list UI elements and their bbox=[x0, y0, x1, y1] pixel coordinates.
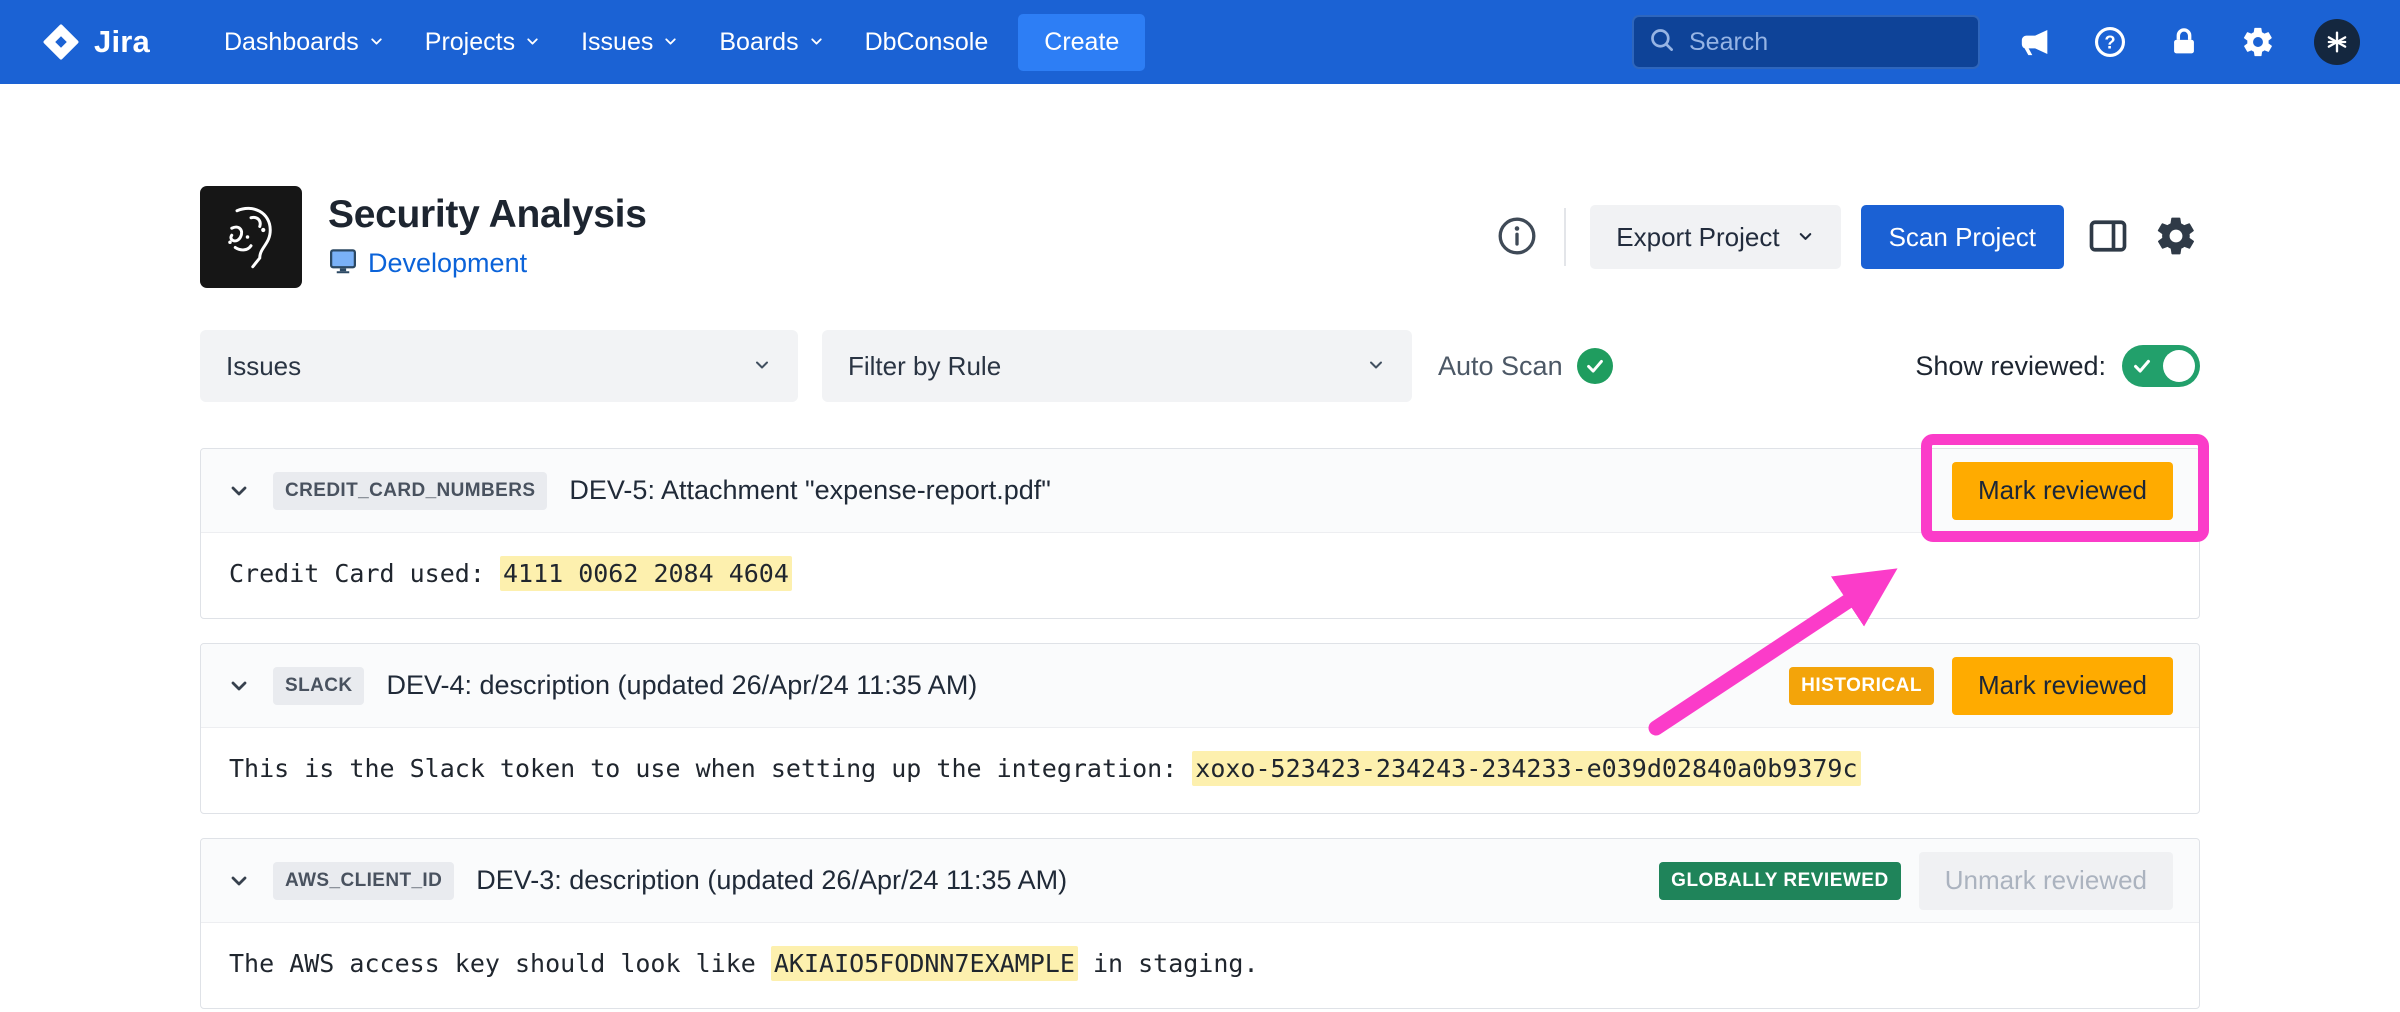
monitor-icon bbox=[328, 246, 358, 281]
chevron-down-icon bbox=[752, 351, 772, 382]
finding-body: The AWS access key should look like AKIA… bbox=[201, 923, 2199, 1008]
main-menu: Dashboards Projects Issues Boards DbCons… bbox=[208, 16, 1004, 69]
collapse-chevron-icon[interactable] bbox=[227, 869, 251, 893]
jira-security-analysis-page: Jira Dashboards Projects Issues Boards D… bbox=[0, 0, 2400, 1012]
auto-scan-label: Auto Scan bbox=[1438, 351, 1563, 382]
global-search[interactable] bbox=[1632, 15, 1980, 69]
filter-bar: Issues Filter by Rule Auto Scan Show rev… bbox=[200, 330, 2200, 402]
project-link[interactable]: Development bbox=[368, 248, 527, 279]
finding-text: The AWS access key should look like bbox=[229, 949, 771, 978]
finding-actions: Mark reviewed bbox=[1952, 462, 2173, 520]
project-avatar bbox=[200, 186, 302, 288]
issues-dropdown-value: Issues bbox=[226, 351, 301, 382]
top-navigation-bar: Jira Dashboards Projects Issues Boards D… bbox=[0, 0, 2400, 84]
nav-item-dashboards[interactable]: Dashboards bbox=[208, 16, 401, 69]
jira-brand[interactable]: Jira bbox=[40, 21, 150, 63]
nav-item-label: Projects bbox=[425, 28, 515, 57]
finding-title: DEV-4: description (updated 26/Apr/24 11… bbox=[386, 670, 977, 701]
toggle-knob bbox=[2163, 350, 2195, 382]
finding-actions: GLOBALLY REVIEWED Unmark reviewed bbox=[1659, 852, 2173, 910]
finding-body: This is the Slack token to use when sett… bbox=[201, 728, 2199, 813]
project-link-row: Development bbox=[328, 246, 647, 281]
nav-item-projects[interactable]: Projects bbox=[409, 16, 557, 69]
finding-card-slack: SLACK DEV-4: description (updated 26/Apr… bbox=[200, 643, 2200, 814]
mark-reviewed-button[interactable]: Mark reviewed bbox=[1952, 657, 2173, 715]
help-icon[interactable]: ? bbox=[2092, 24, 2128, 60]
project-header: Security Analysis Development Export Pro… bbox=[200, 186, 2200, 288]
nav-item-label: DbConsole bbox=[865, 28, 989, 57]
nav-item-label: Issues bbox=[581, 28, 653, 57]
info-icon[interactable] bbox=[1494, 214, 1540, 260]
unmark-reviewed-button[interactable]: Unmark reviewed bbox=[1919, 852, 2173, 910]
side-panel-icon[interactable] bbox=[2084, 213, 2132, 261]
rule-dropdown-value: Filter by Rule bbox=[848, 351, 1001, 382]
collapse-chevron-icon[interactable] bbox=[227, 674, 251, 698]
auto-scan-status: Auto Scan bbox=[1438, 348, 1613, 384]
export-project-button[interactable]: Export Project bbox=[1590, 205, 1840, 269]
rule-badge: AWS_CLIENT_ID bbox=[273, 862, 454, 900]
nav-item-dbconsole[interactable]: DbConsole bbox=[849, 16, 1005, 69]
page-title: Security Analysis bbox=[328, 193, 647, 237]
chevron-down-icon bbox=[1796, 222, 1815, 253]
finding-text: This is the Slack token to use when sett… bbox=[229, 754, 1192, 783]
page-settings-gear-icon[interactable] bbox=[2152, 213, 2200, 261]
filter-by-rule-dropdown[interactable]: Filter by Rule bbox=[822, 330, 1412, 402]
create-button[interactable]: Create bbox=[1018, 14, 1145, 71]
finding-text: Credit Card used: bbox=[229, 559, 500, 588]
finding-body: Credit Card used: 4111 0062 2084 4604 bbox=[201, 533, 2199, 618]
finding-title: DEV-5: Attachment "expense-report.pdf" bbox=[569, 475, 1050, 506]
show-reviewed-toggle[interactable] bbox=[2122, 345, 2200, 387]
jira-logo-icon bbox=[40, 21, 82, 63]
collapse-chevron-icon[interactable] bbox=[227, 479, 251, 503]
vertical-divider bbox=[1564, 208, 1566, 266]
finding-title: DEV-3: description (updated 26/Apr/24 11… bbox=[476, 865, 1067, 896]
main-content: Security Analysis Development Export Pro… bbox=[200, 186, 2200, 1009]
sensitive-data-highlight: xoxo-523423-234243-234233-e039d02840a0b9… bbox=[1192, 751, 1860, 786]
mark-reviewed-button[interactable]: Mark reviewed bbox=[1952, 462, 2173, 520]
nav-item-label: Boards bbox=[719, 28, 798, 57]
finding-card-credit-card: CREDIT_CARD_NUMBERS DEV-5: Attachment "e… bbox=[200, 448, 2200, 619]
chevron-down-icon bbox=[1366, 351, 1386, 382]
finding-header: AWS_CLIENT_ID DEV-3: description (update… bbox=[201, 839, 2199, 923]
findings-list: CREDIT_CARD_NUMBERS DEV-5: Attachment "e… bbox=[200, 448, 2200, 1009]
historical-badge: HISTORICAL bbox=[1789, 667, 1934, 705]
title-block: Security Analysis Development bbox=[328, 193, 647, 281]
scan-project-button[interactable]: Scan Project bbox=[1861, 205, 2064, 269]
finding-actions: HISTORICAL Mark reviewed bbox=[1789, 657, 2173, 715]
jira-brand-label: Jira bbox=[94, 24, 150, 60]
chevron-down-icon bbox=[524, 28, 541, 57]
finding-card-aws: AWS_CLIENT_ID DEV-3: description (update… bbox=[200, 838, 2200, 1009]
issues-dropdown[interactable]: Issues bbox=[200, 330, 798, 402]
rule-badge: CREDIT_CARD_NUMBERS bbox=[273, 472, 547, 510]
nav-item-issues[interactable]: Issues bbox=[565, 16, 695, 69]
finding-header: SLACK DEV-4: description (updated 26/Apr… bbox=[201, 644, 2199, 728]
nav-utility-icons: ? bbox=[2018, 19, 2360, 65]
finding-header: CREDIT_CARD_NUMBERS DEV-5: Attachment "e… bbox=[201, 449, 2199, 533]
toggle-check-icon bbox=[2131, 355, 2153, 377]
export-project-label: Export Project bbox=[1616, 222, 1779, 253]
show-reviewed-control: Show reviewed: bbox=[1915, 345, 2200, 387]
svg-text:?: ? bbox=[2104, 32, 2115, 53]
settings-gear-icon[interactable] bbox=[2240, 24, 2276, 60]
finding-text: in staging. bbox=[1078, 949, 1259, 978]
sensitive-data-highlight: 4111 0062 2084 4604 bbox=[500, 556, 792, 591]
globally-reviewed-badge: GLOBALLY REVIEWED bbox=[1659, 862, 1901, 900]
auto-scan-check-icon bbox=[1577, 348, 1613, 384]
announcement-icon[interactable] bbox=[2018, 24, 2054, 60]
chevron-down-icon bbox=[808, 28, 825, 57]
nav-item-label: Dashboards bbox=[224, 28, 359, 57]
nav-item-boards[interactable]: Boards bbox=[703, 16, 840, 69]
search-input[interactable] bbox=[1687, 27, 1964, 58]
user-avatar[interactable] bbox=[2314, 19, 2360, 65]
chevron-down-icon bbox=[662, 28, 679, 57]
chevron-down-icon bbox=[368, 28, 385, 57]
search-icon bbox=[1648, 26, 1675, 58]
header-actions: Export Project Scan Project bbox=[1494, 205, 2200, 269]
sensitive-data-highlight: AKIAIO5FODNN7EXAMPLE bbox=[771, 946, 1078, 981]
rule-badge: SLACK bbox=[273, 667, 364, 705]
show-reviewed-label: Show reviewed: bbox=[1915, 351, 2106, 382]
lock-icon[interactable] bbox=[2166, 24, 2202, 60]
